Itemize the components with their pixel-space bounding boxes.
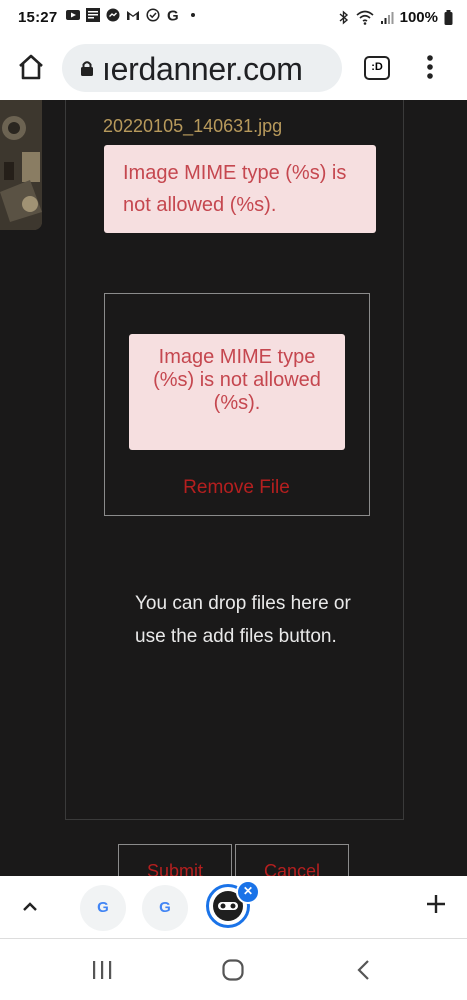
notification-icons: G — [66, 8, 200, 22]
address-bar[interactable]: ıerdanner.com — [62, 44, 342, 92]
submit-button[interactable]: Submit — [118, 844, 232, 876]
google-icon: G — [167, 8, 179, 22]
web-page: 20220105_140631.jpg Image MIME type (%s)… — [0, 100, 467, 876]
clock: 15:27 — [18, 9, 58, 26]
recent-apps-icon[interactable] — [90, 959, 114, 981]
battery-percent: 100% — [399, 9, 438, 26]
thumbnail-image — [0, 100, 42, 230]
google-icon: G — [97, 899, 109, 916]
youtube-icon — [66, 10, 80, 20]
new-tab-icon[interactable] — [423, 891, 449, 917]
dot-icon — [191, 13, 195, 17]
gmail-icon — [127, 11, 139, 20]
system-navigation-bar — [0, 939, 467, 1000]
error-message: Image MIME type (%s) is not allowed (%s)… — [104, 145, 376, 233]
tab-strip: G G — [0, 876, 467, 939]
more-menu-icon[interactable] — [420, 52, 440, 82]
image-thumbnail — [0, 100, 42, 230]
google-icon: G — [159, 899, 171, 916]
home-nav-icon[interactable] — [221, 959, 245, 981]
tab-google-1[interactable]: G — [80, 885, 126, 931]
lock-icon — [81, 61, 93, 76]
tab-google-2[interactable]: G — [142, 885, 188, 931]
news-icon — [86, 8, 100, 22]
drop-files-hint: You can drop files here or use the add f… — [135, 593, 351, 647]
chevron-up-icon[interactable] — [18, 895, 42, 919]
svg-text:G: G — [167, 8, 179, 22]
battery-icon — [444, 10, 453, 25]
back-icon[interactable] — [352, 959, 376, 981]
bluetooth-icon — [339, 10, 348, 25]
file-preview: Image MIME type (%s) is not allowed (%s)… — [104, 293, 370, 516]
signal-icon — [380, 12, 394, 24]
cancel-button[interactable]: Cancel — [235, 844, 349, 876]
remove-file-link[interactable]: Remove File — [105, 477, 368, 499]
close-tab-icon[interactable]: ✕ — [236, 880, 260, 904]
file-name: 20220105_140631.jpg — [103, 116, 283, 136]
preview-error-message: Image MIME type (%s) is not allowed (%s)… — [129, 334, 345, 450]
tab-switcher-button[interactable]: :D — [364, 56, 390, 80]
system-icons: 100% — [337, 9, 453, 26]
wifi-icon — [356, 10, 374, 25]
url-text: ıerdanner.com — [102, 51, 303, 87]
messenger-icon — [106, 8, 120, 22]
status-bar: 15:27 G 100% — [0, 0, 467, 36]
browser-toolbar: ıerdanner.com :D — [0, 36, 467, 101]
check-circle-icon — [146, 8, 160, 22]
home-icon[interactable] — [14, 50, 48, 84]
